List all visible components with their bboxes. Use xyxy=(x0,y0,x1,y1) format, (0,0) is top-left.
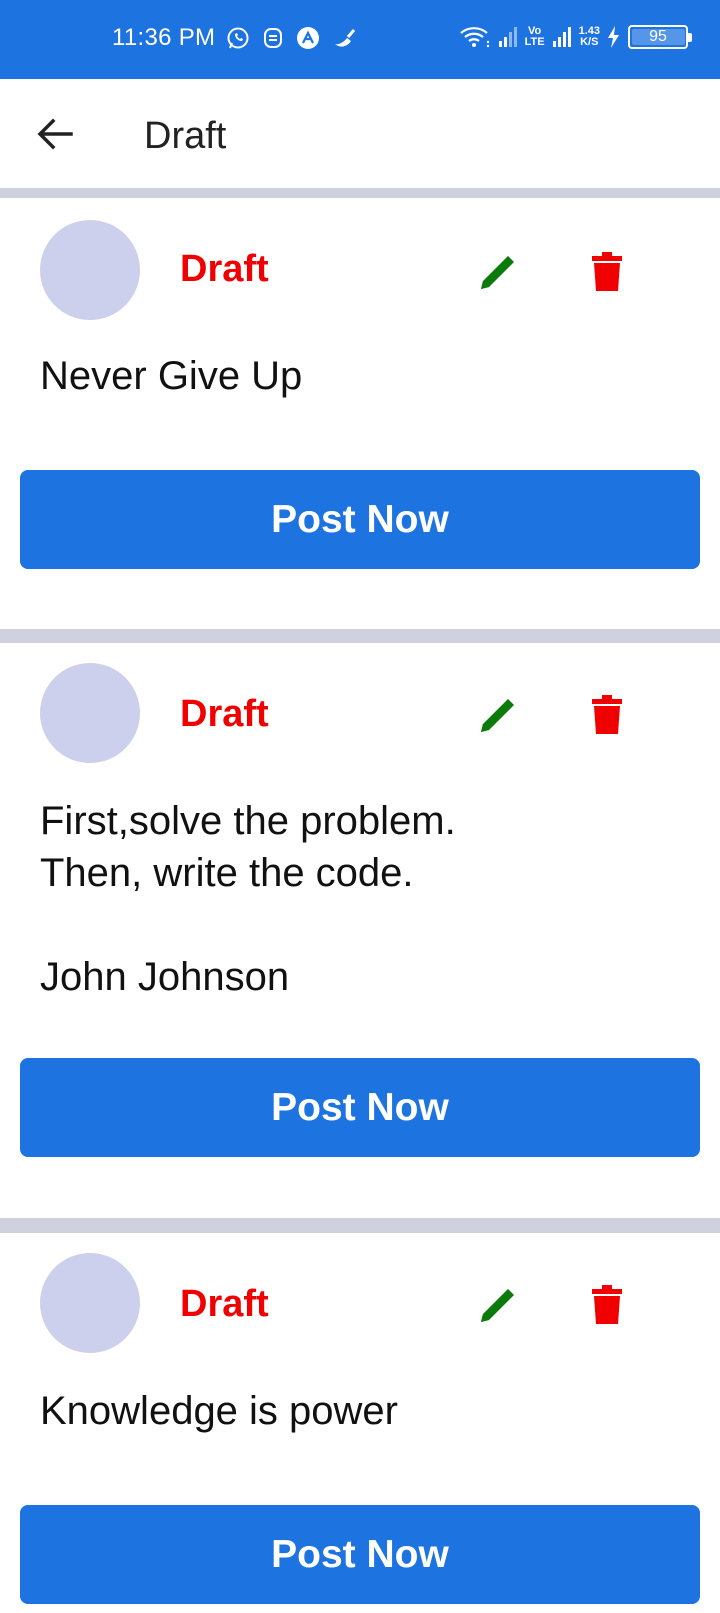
charging-icon xyxy=(606,25,620,49)
divider xyxy=(0,629,720,643)
notification-app-icon xyxy=(262,26,284,50)
status-system-icons: Vo LTE 1.43 K/S 95 xyxy=(459,24,692,50)
post-now-button[interactable]: Post Now xyxy=(20,1505,700,1604)
battery-level: 95 xyxy=(649,28,667,45)
drafts-list: Draft Never Give Up Post Now Draft First… xyxy=(0,188,720,1613)
divider xyxy=(0,188,720,198)
edit-button[interactable] xyxy=(472,1279,524,1331)
arrow-left-icon xyxy=(37,118,73,150)
network-speed: 1.43 K/S xyxy=(579,26,600,48)
pencil-icon xyxy=(481,1289,514,1322)
draft-status-label: Draft xyxy=(180,693,269,735)
edit-button[interactable] xyxy=(472,246,524,298)
draft-text: Never Give Up xyxy=(40,354,303,398)
page-title: Draft xyxy=(144,115,227,157)
volte-indicator: Vo LTE xyxy=(525,26,545,48)
app-icon xyxy=(296,26,320,50)
divider xyxy=(0,1218,720,1233)
battery-indicator: 95 xyxy=(628,25,692,49)
draft-card: Draft Never Give Up Post Now xyxy=(0,198,720,629)
post-now-button[interactable]: Post Now xyxy=(20,1058,700,1157)
status-time: 11:36 PM xyxy=(112,24,216,51)
battery-tip xyxy=(688,33,692,42)
draft-text: Knowledge is power xyxy=(40,1389,398,1433)
signal-icon xyxy=(497,25,519,49)
pencil-icon xyxy=(481,256,514,289)
network-speed-unit: K/S xyxy=(580,36,599,48)
trash-icon xyxy=(592,695,622,734)
delete-button[interactable] xyxy=(584,689,630,741)
trash-icon xyxy=(592,252,622,291)
post-now-button[interactable]: Post Now xyxy=(20,470,700,569)
draft-text: First,solve the problem. Then, write the… xyxy=(40,799,456,999)
draft-card: Draft First,solve the problem. Then, wri… xyxy=(0,643,720,1218)
cleaner-icon xyxy=(332,26,358,50)
draft-status-label: Draft xyxy=(180,248,269,290)
draft-card: Draft Knowledge is power Post Now xyxy=(0,1233,720,1613)
wifi-icon xyxy=(459,24,491,50)
delete-button[interactable] xyxy=(584,246,630,298)
status-bar: 11:36 PM Vo LTE 1.43 K/S 95 xyxy=(0,0,720,79)
avatar xyxy=(40,663,140,763)
signal-icon-2 xyxy=(551,25,573,49)
back-button[interactable] xyxy=(30,109,80,159)
avatar xyxy=(40,220,140,320)
delete-button[interactable] xyxy=(584,1279,630,1331)
app-bar: Draft xyxy=(0,79,720,188)
trash-icon xyxy=(592,1285,622,1324)
edit-button[interactable] xyxy=(472,689,524,741)
pencil-icon xyxy=(481,699,514,732)
whatsapp-icon xyxy=(226,26,250,50)
status-notification-icons xyxy=(226,26,358,50)
volte-bottom-label: LTE xyxy=(524,36,545,48)
avatar xyxy=(40,1253,140,1353)
draft-status-label: Draft xyxy=(180,1283,269,1325)
